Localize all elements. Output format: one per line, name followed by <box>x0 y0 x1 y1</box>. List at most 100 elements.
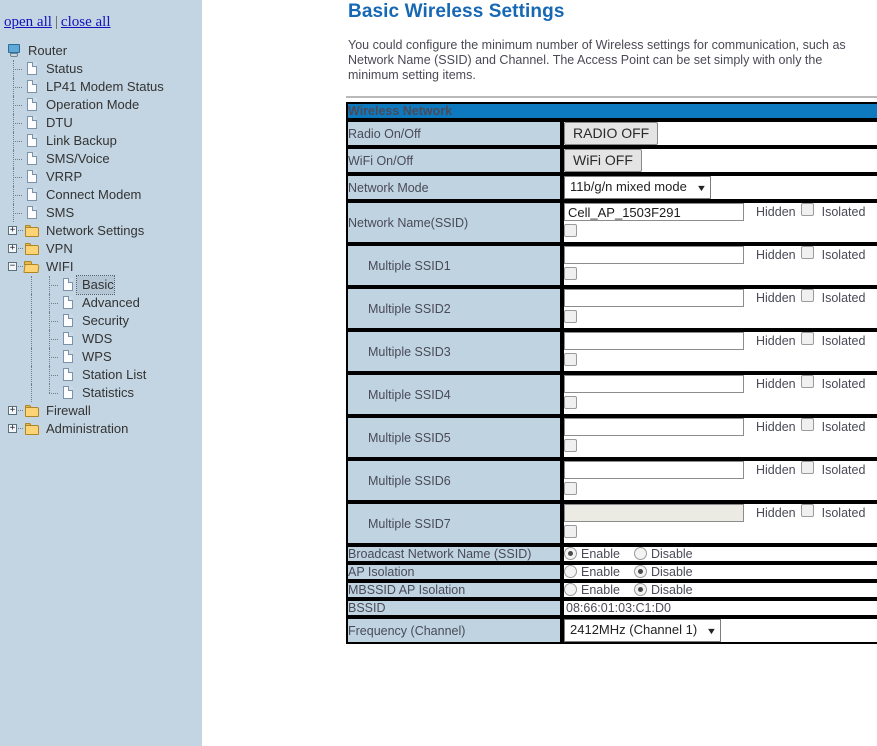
document-icon <box>23 132 41 150</box>
document-icon <box>59 384 77 402</box>
ssid-row: Multiple SSID3 Hidden Isolated <box>346 330 877 373</box>
close-all-link[interactable]: close all <box>61 14 111 30</box>
sidebar-item-connect-modem[interactable]: Connect Modem <box>0 186 202 204</box>
hidden-checkbox[interactable] <box>800 375 814 388</box>
ssid-input[interactable] <box>564 246 744 264</box>
disable-radio[interactable] <box>633 583 647 596</box>
ssid-row-value: Hidden Isolated <box>562 416 877 459</box>
hidden-checkbox[interactable] <box>800 461 814 474</box>
isolated-checkbox[interactable] <box>564 396 577 409</box>
hidden-checkbox[interactable] <box>800 203 814 216</box>
ssid-row-label: Multiple SSID5 <box>346 416 562 459</box>
sidebar-item-label: Basic <box>76 275 115 295</box>
isolated-checkbox[interactable] <box>564 224 577 237</box>
sidebar-item-security[interactable]: Security <box>0 312 202 330</box>
radio-off-button[interactable]: RADIO OFF <box>564 122 659 145</box>
sidebar-item-dtu[interactable]: DTU <box>0 114 202 132</box>
tree-guide <box>23 330 41 348</box>
enable-radio-option[interactable]: Enable <box>564 547 620 561</box>
disable-radio-label: Disable <box>650 565 693 579</box>
hidden-label: Hidden <box>756 248 796 262</box>
radio-onoff-value: RADIO OFF <box>562 120 877 147</box>
sidebar-item-wds[interactable]: WDS <box>0 330 202 348</box>
sidebar-item-basic[interactable]: Basic <box>0 275 202 295</box>
isolated-checkbox[interactable] <box>564 525 577 538</box>
tree-branch-connector <box>41 276 59 294</box>
section-title: Wireless Network <box>346 102 877 120</box>
sidebar: open all | close all Router Status LP41 Mode… <box>0 0 202 746</box>
document-icon <box>59 276 77 294</box>
sidebar-item-wifi[interactable]: − WIFI <box>0 258 202 276</box>
document-icon <box>23 204 41 222</box>
enable-radio[interactable] <box>564 583 577 596</box>
disable-radio[interactable] <box>633 547 647 560</box>
ssid-row-label: Multiple SSID4 <box>346 373 562 416</box>
disable-radio-option[interactable]: Disable <box>633 583 693 597</box>
bssid-label: BSSID <box>346 599 562 617</box>
sidebar-item-network-settings[interactable]: + Network Settings <box>0 222 202 240</box>
hidden-checkbox[interactable] <box>800 504 814 517</box>
router-icon <box>5 42 23 60</box>
isolated-checkbox[interactable] <box>564 310 577 323</box>
ssid-input[interactable]: Cell_AP_1503F291 <box>564 203 744 221</box>
disable-radio[interactable] <box>633 565 647 578</box>
sidebar-item-label: Administration <box>46 421 129 436</box>
disable-radio-option[interactable]: Disable <box>633 565 693 579</box>
enable-radio-option[interactable]: Enable <box>564 565 620 579</box>
isolated-checkbox[interactable] <box>564 267 577 280</box>
isolated-checkbox[interactable] <box>564 353 577 366</box>
sidebar-item-link-backup[interactable]: Link Backup <box>0 132 202 150</box>
ssid-input[interactable] <box>564 289 744 307</box>
isolated-checkbox[interactable] <box>564 439 577 452</box>
folder-closed-icon <box>23 222 41 240</box>
sidebar-item-vrrp[interactable]: VRRP <box>0 168 202 186</box>
sidebar-item-firewall[interactable]: + Firewall <box>0 402 202 420</box>
ssid-input[interactable] <box>564 332 744 350</box>
isolated-checkbox[interactable] <box>564 482 577 495</box>
sidebar-item-statistics[interactable]: Statistics <box>0 384 202 402</box>
network-mode-select[interactable]: 11b/g/n mixed mode ▼ <box>564 176 711 199</box>
expand-node-icon[interactable]: + <box>5 222 23 240</box>
ssid-input[interactable] <box>564 375 744 393</box>
sidebar-item-label: SMS/Voice <box>46 151 110 166</box>
sidebar-item-operation-mode[interactable]: Operation Mode <box>0 96 202 114</box>
isolated-label: Isolated <box>821 291 866 305</box>
frequency-channel-select[interactable]: 2412MHz (Channel 1) ▼ <box>564 619 722 642</box>
disable-radio-option[interactable]: Disable <box>633 547 693 561</box>
hidden-checkbox[interactable] <box>800 246 814 259</box>
expand-node-icon[interactable]: + <box>5 240 23 258</box>
collapse-node-icon[interactable]: − <box>5 258 23 276</box>
sidebar-item-vpn[interactable]: + VPN <box>0 240 202 258</box>
hidden-label: Hidden <box>756 506 796 520</box>
ssid-input[interactable] <box>564 418 744 436</box>
wifi-off-button[interactable]: WiFi OFF <box>564 149 642 172</box>
ssid-row: Multiple SSID2 Hidden Isolated <box>346 287 877 330</box>
expand-node-icon[interactable]: + <box>5 420 23 438</box>
radio-onoff-row: Radio On/Off RADIO OFF <box>346 120 877 147</box>
sidebar-item-advanced[interactable]: Advanced <box>0 294 202 312</box>
sidebar-item-router[interactable]: Router <box>0 42 202 60</box>
sidebar-item-status[interactable]: Status <box>0 60 202 78</box>
hidden-checkbox[interactable] <box>800 289 814 302</box>
enable-radio[interactable] <box>564 565 577 578</box>
sidebar-item-wps[interactable]: WPS <box>0 348 202 366</box>
radio-onoff-label: Radio On/Off <box>346 120 562 147</box>
enable-radio[interactable] <box>564 547 577 560</box>
sidebar-item-sms[interactable]: SMS <box>0 204 202 222</box>
sidebar-item-lp41-modem-status[interactable]: LP41 Modem Status <box>0 78 202 96</box>
sidebar-item-sms-voice[interactable]: SMS/Voice <box>0 150 202 168</box>
tree-branch-connector <box>5 204 23 222</box>
sidebar-item-administration[interactable]: + Administration <box>0 420 202 438</box>
frequency-row: Frequency (Channel) 2412MHz (Channel 1) ▼ <box>346 617 877 644</box>
open-all-link[interactable]: open all <box>4 14 52 30</box>
page-description: You could configure the minimum number o… <box>348 38 846 82</box>
hidden-checkbox[interactable] <box>800 418 814 431</box>
wifi-onoff-value: WiFi OFF <box>562 147 877 174</box>
ssid-input[interactable] <box>564 461 744 479</box>
hidden-checkbox[interactable] <box>800 332 814 345</box>
expand-node-icon[interactable]: + <box>5 402 23 420</box>
enable-radio-option[interactable]: Enable <box>564 583 620 597</box>
radio-option-row: AP Isolation Enable Disable <box>346 563 877 581</box>
sidebar-item-station-list[interactable]: Station List <box>0 366 202 384</box>
sidebar-item-label: Firewall <box>46 403 91 418</box>
